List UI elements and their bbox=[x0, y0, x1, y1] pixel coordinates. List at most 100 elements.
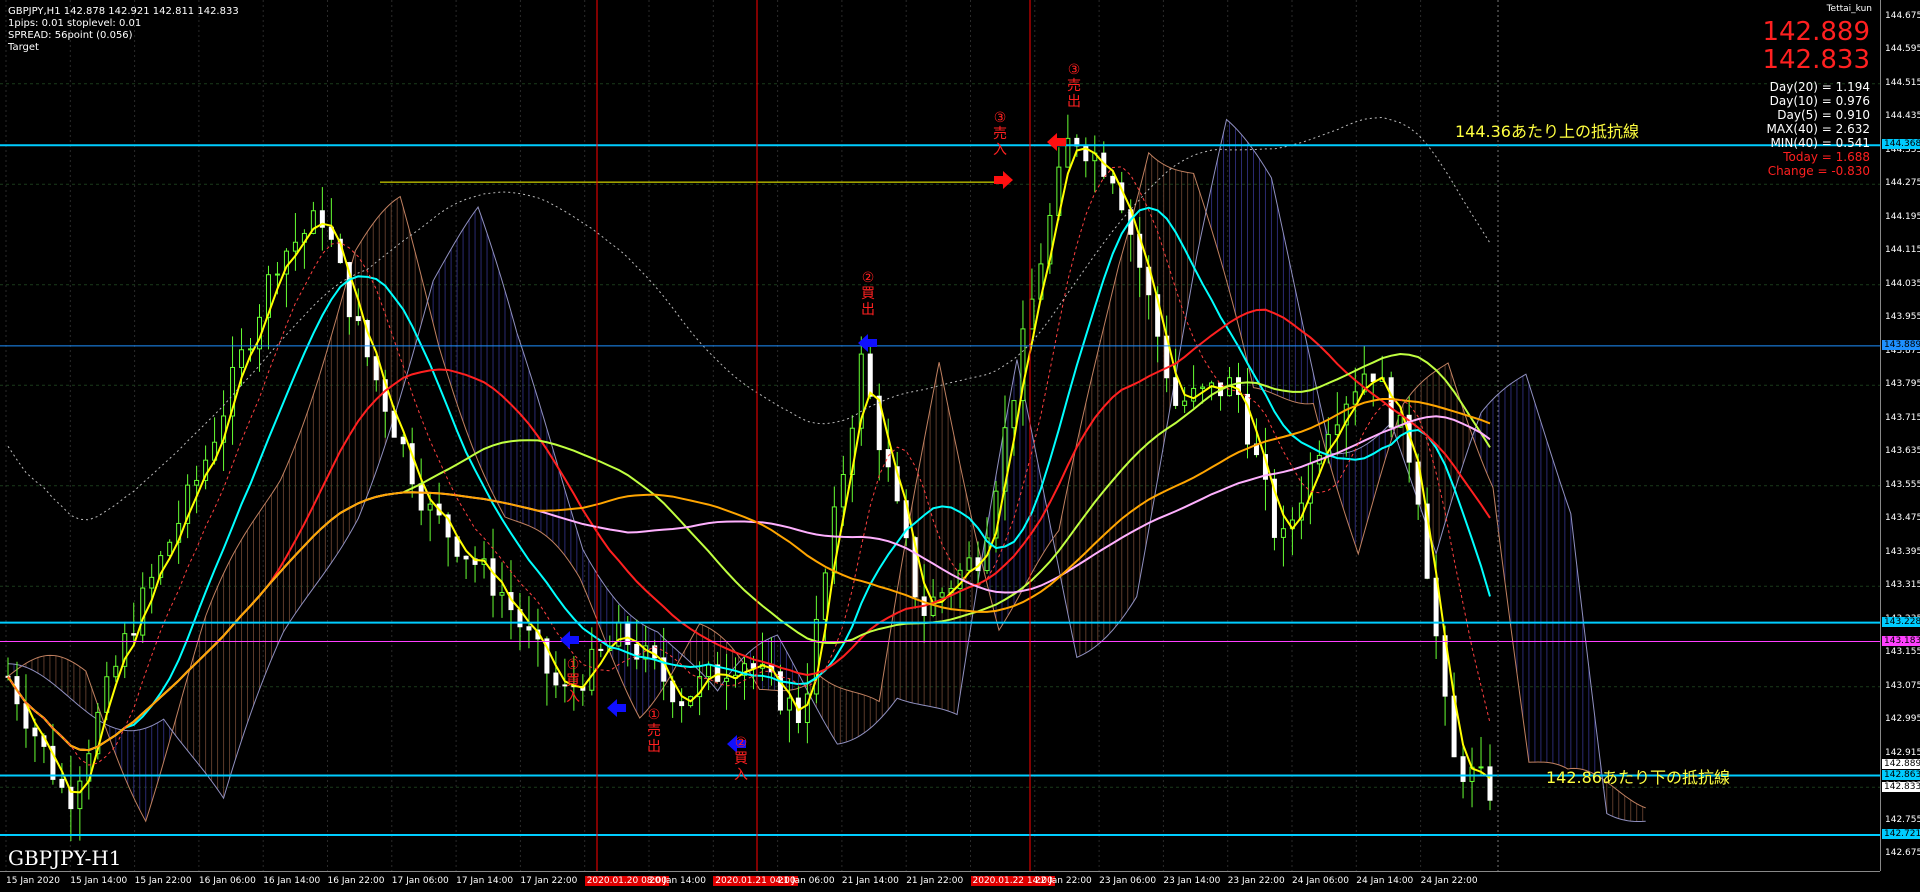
time-tick: 23 Jan 06:00 bbox=[1099, 876, 1157, 886]
price-tag: 142.833 bbox=[1882, 782, 1920, 793]
candle-body bbox=[32, 727, 38, 737]
symbol-line: GBPJPY,H1 142.878 142.921 142.811 142.83… bbox=[8, 6, 239, 17]
price-tag: 144.368 bbox=[1882, 139, 1920, 150]
price-tick: 143.715 bbox=[1885, 412, 1920, 423]
ask-price: 142.833 bbox=[1762, 45, 1870, 75]
time-tick: 17 Jan 06:00 bbox=[391, 876, 449, 886]
candle-body bbox=[248, 348, 254, 351]
marker-label-1-sell: ① 売 出 bbox=[647, 707, 661, 755]
price-tick: 143.155 bbox=[1885, 647, 1920, 658]
marker-label-3-sell: ③ 売 出 bbox=[1067, 62, 1081, 110]
price-tick: 143.635 bbox=[1885, 446, 1920, 457]
time-tick: 24 Jan 14:00 bbox=[1356, 876, 1414, 886]
time-tick: 20 Jan 14:00 bbox=[649, 876, 706, 886]
price-tick: 144.675 bbox=[1885, 10, 1920, 21]
stat-change: Change = -0.830 bbox=[1767, 164, 1870, 178]
pips-line: 1pips: 0.01 stoplevel: 0.01 bbox=[8, 18, 142, 29]
candle-body bbox=[274, 273, 280, 276]
author-label: Tettai_kun bbox=[1826, 4, 1872, 14]
price-tick: 143.075 bbox=[1885, 680, 1920, 691]
candle-body bbox=[400, 436, 406, 445]
candle-body bbox=[966, 557, 972, 571]
time-tick: 15 Jan 22:00 bbox=[134, 876, 192, 886]
spread-line: SPREAD: 56point (0.056) bbox=[8, 30, 133, 41]
price-tick: 142.995 bbox=[1885, 714, 1920, 725]
price-tick: 142.915 bbox=[1885, 747, 1920, 758]
candle-body bbox=[463, 555, 469, 560]
candle-body bbox=[1370, 373, 1376, 382]
price-tick: 144.035 bbox=[1885, 278, 1920, 289]
price-tick: 143.395 bbox=[1885, 546, 1920, 557]
chart-info: GBPJPY,H1 142.878 142.921 142.811 142.83… bbox=[8, 6, 239, 54]
bid-price: 142.889 bbox=[1762, 17, 1870, 47]
stat-min40: MIN(40) = 0.541 bbox=[1770, 136, 1870, 150]
senkou-span-a bbox=[7, 151, 1646, 823]
candle-body bbox=[598, 648, 604, 651]
price-tag: 142.721 bbox=[1882, 828, 1920, 839]
price-tick: 143.795 bbox=[1885, 379, 1920, 390]
candle-body bbox=[679, 701, 685, 707]
marker-label-2-buy: ② 買 入 bbox=[734, 735, 748, 783]
time-tick: 22 Jan 22:00 bbox=[1034, 876, 1092, 886]
price-tag: 143.889 bbox=[1882, 339, 1920, 350]
candle-body bbox=[149, 576, 155, 589]
time-tick: 23 Jan 14:00 bbox=[1163, 876, 1221, 886]
candle-body bbox=[885, 449, 891, 468]
candle-body bbox=[239, 349, 245, 368]
marker-label-3-buy: ③ 売 入 bbox=[993, 110, 1007, 158]
candle-body bbox=[1065, 137, 1071, 168]
time-tick: 21 Jan 22:00 bbox=[906, 876, 964, 886]
candle-body bbox=[1173, 377, 1179, 406]
sell-arrow-icon bbox=[994, 171, 1013, 189]
ma-orange bbox=[7, 397, 1491, 752]
price-tick: 142.675 bbox=[1885, 848, 1920, 859]
candle-body bbox=[1478, 766, 1484, 769]
candle-body bbox=[131, 633, 137, 636]
price-tag: 143.228 bbox=[1882, 616, 1920, 627]
candle-body bbox=[1029, 298, 1035, 330]
price-tick: 144.435 bbox=[1885, 111, 1920, 122]
time-tick: 23 Jan 22:00 bbox=[1227, 876, 1285, 886]
candle-body bbox=[553, 672, 559, 686]
candle-body bbox=[706, 664, 712, 678]
candle-body bbox=[499, 592, 505, 596]
time-tick: 15 Jan 2020 bbox=[6, 876, 60, 886]
time-tick: 21 Jan 06:00 bbox=[777, 876, 835, 886]
candle-body bbox=[490, 558, 496, 596]
price-tick: 143.475 bbox=[1885, 513, 1920, 524]
candle-body bbox=[1460, 756, 1466, 782]
candle-body bbox=[1200, 386, 1206, 389]
candle-body bbox=[840, 474, 846, 508]
price-tag: 142.863 bbox=[1882, 769, 1920, 780]
price-tick: 144.515 bbox=[1885, 77, 1920, 88]
candles bbox=[5, 114, 1493, 842]
price-tick: 143.555 bbox=[1885, 479, 1920, 490]
candle-body bbox=[1334, 424, 1340, 436]
price-tick: 142.755 bbox=[1885, 814, 1920, 825]
candle-body bbox=[194, 479, 200, 486]
stat-max40: MAX(40) = 2.632 bbox=[1766, 122, 1870, 136]
resistance-lines bbox=[0, 144, 1880, 836]
ma-fast bbox=[7, 147, 1491, 794]
time-tick: 16 Jan 22:00 bbox=[327, 876, 385, 886]
stat-today: Today = 1.688 bbox=[1783, 150, 1870, 164]
candle-body bbox=[616, 621, 622, 647]
time-tick: 24 Jan 22:00 bbox=[1420, 876, 1478, 886]
candle-body bbox=[113, 665, 119, 678]
price-tag: 143.183 bbox=[1882, 635, 1920, 646]
candle-body bbox=[140, 587, 146, 636]
lower-resistance-note: 142.86あたり下の抵抗線 bbox=[1546, 768, 1730, 787]
price-tick: 144.595 bbox=[1885, 44, 1920, 55]
candle-body bbox=[77, 780, 83, 810]
stat-day5: Day(5) = 0.910 bbox=[1777, 108, 1870, 122]
price-tag: 142.889 bbox=[1882, 758, 1920, 769]
price-axis[interactable]: 144.675 144.595 144.515 144.435 144.355 144.2… bbox=[1880, 0, 1920, 871]
time-axis[interactable]: 15 Jan 2020 15 Jan 14:00 15 Jan 22:00 16 Ja… bbox=[0, 871, 1880, 892]
candle-body bbox=[1011, 400, 1017, 429]
candle-body bbox=[1487, 766, 1493, 801]
price-tick: 144.115 bbox=[1885, 245, 1920, 256]
candle-body bbox=[1280, 528, 1286, 538]
candle-body bbox=[867, 353, 873, 397]
buy-arrow-icon bbox=[560, 631, 579, 649]
time-tick: 15 Jan 14:00 bbox=[70, 876, 128, 886]
